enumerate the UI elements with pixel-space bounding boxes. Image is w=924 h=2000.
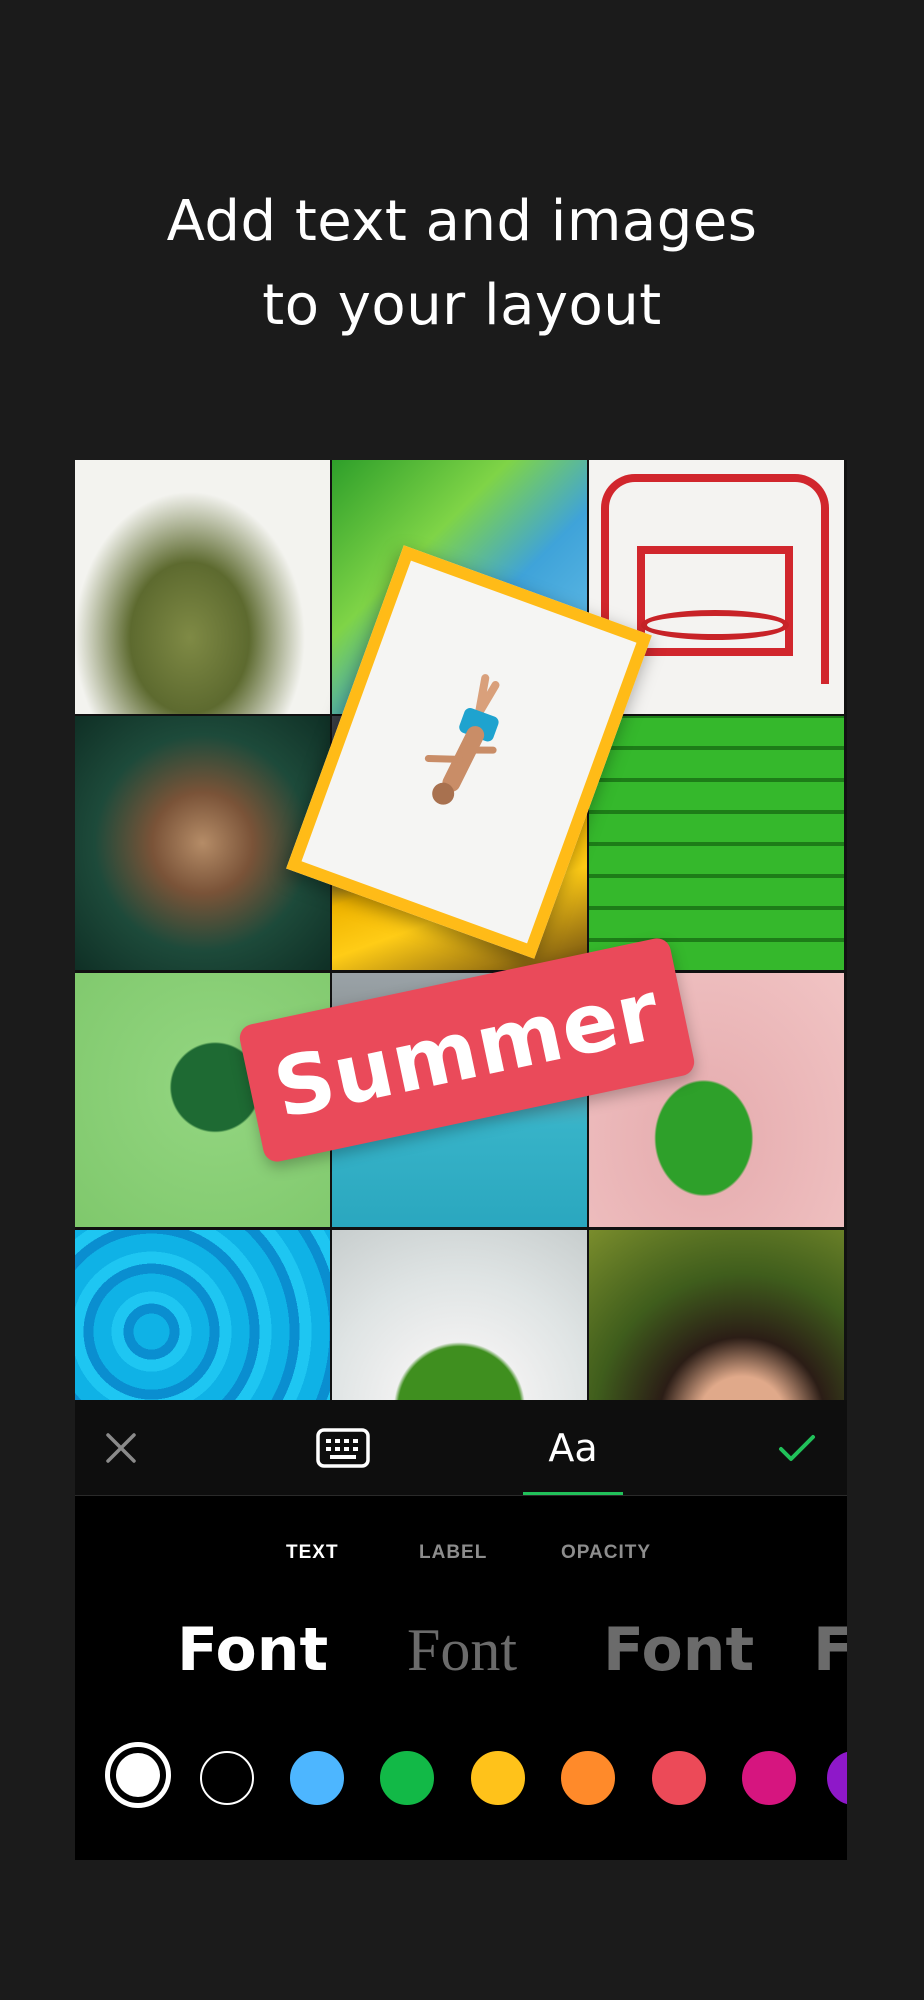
collage-photo-portrait-man[interactable] <box>75 716 330 970</box>
tab-label[interactable]: LABEL <box>419 1542 487 1564</box>
headline-line-2: to your layout <box>262 273 662 338</box>
collage-grid[interactable]: Summer <box>75 460 847 1400</box>
font-option-serif[interactable]: Font <box>407 1610 517 1690</box>
color-swatch-purple[interactable] <box>827 1751 847 1805</box>
diver-figure <box>424 674 500 805</box>
hoop-ring <box>641 610 789 640</box>
confirm-button[interactable] <box>765 1400 829 1495</box>
font-option-partial[interactable]: F <box>813 1610 847 1690</box>
headline-line-1: Add text and images <box>166 189 758 254</box>
tab-opacity[interactable]: OPACITY <box>561 1542 651 1564</box>
close-button[interactable] <box>89 1400 153 1495</box>
keyboard-button[interactable] <box>313 1400 373 1495</box>
font-picker: Font Font Font F <box>75 1610 847 1690</box>
style-subtabs: TEXT LABEL OPACITY <box>75 1542 847 1572</box>
editor-screen: Summer Aa TEXT LABEL OPACITY Font Font F… <box>75 460 847 1860</box>
color-swatch-fill <box>116 1753 160 1797</box>
color-swatch-blue[interactable] <box>290 1751 344 1805</box>
headline: Add text and images to your layout <box>0 180 924 348</box>
color-swatch-white[interactable] <box>105 1742 171 1808</box>
font-option-bold-sans[interactable]: Font <box>177 1610 328 1690</box>
color-swatch-orange[interactable] <box>561 1751 615 1805</box>
color-picker <box>75 1742 847 1812</box>
text-style-tab[interactable]: Aa <box>523 1400 623 1495</box>
active-tab-underline <box>523 1492 623 1495</box>
color-swatch-red[interactable] <box>652 1751 706 1805</box>
color-swatch-black[interactable] <box>200 1751 254 1805</box>
collage-photo-plant-plate[interactable] <box>332 1230 587 1400</box>
collage-photo-cactus[interactable] <box>75 460 330 714</box>
color-swatch-magenta[interactable] <box>742 1751 796 1805</box>
collage-photo-pool-water[interactable] <box>75 1230 330 1400</box>
keyboard-icon <box>316 1427 370 1468</box>
color-swatch-yellow[interactable] <box>471 1751 525 1805</box>
close-icon <box>106 1432 136 1463</box>
tab-text[interactable]: TEXT <box>286 1542 339 1564</box>
checkmark-icon <box>779 1434 815 1461</box>
collage-photo-green-wall[interactable] <box>589 716 844 970</box>
font-option-condensed[interactable]: Font <box>603 1610 754 1690</box>
text-edit-toolbar: Aa <box>75 1400 847 1496</box>
collage-photo-portrait-woman[interactable] <box>589 1230 844 1400</box>
color-swatch-green[interactable] <box>380 1751 434 1805</box>
